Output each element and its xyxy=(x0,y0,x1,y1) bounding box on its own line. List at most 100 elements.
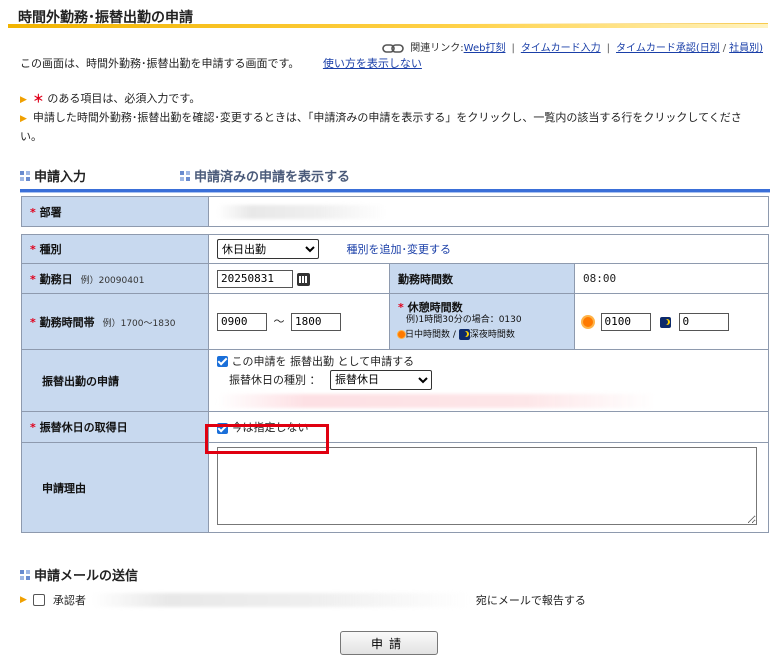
holiday-type-label: 振替休日の種別 ： xyxy=(229,373,321,386)
separator: | xyxy=(606,43,611,54)
description-text: この画面は、時間外勤務･振替出勤を申請する画面です。 xyxy=(20,57,300,70)
section-square-icon xyxy=(20,569,30,580)
work-time-value-cell: ～ xyxy=(208,293,390,350)
substitute-label: 振替出勤の申請 xyxy=(42,374,119,388)
work-hours-label-cell: 勤務時間数 xyxy=(389,263,575,294)
tab-underline xyxy=(20,189,770,193)
approver-label: 承認者 xyxy=(52,594,86,607)
break-label-cell: * 休憩時間数 例)1時間30分の場合：0130 日中時間数 / 深夜時間数 xyxy=(389,293,575,350)
daytime-sun-icon xyxy=(583,317,593,327)
link-timecard-approve-daily[interactable]: タイムカード承認(日別 xyxy=(616,43,720,54)
department-label: 部署 xyxy=(39,205,62,219)
related-links: 関連リンク:Web打刻 | タイムカード入力 | タイムカード承認(日別 / 社員別) xyxy=(382,39,763,54)
tab-input[interactable]: 申請入力 xyxy=(20,166,86,185)
tilde-separator: ～ xyxy=(273,315,285,328)
note-confirm: ▶ 申請した時間外勤務･振替出勤を確認･変更するときは、「申請済みの申請を表示する… xyxy=(20,109,750,146)
substitute-checkbox[interactable] xyxy=(217,356,228,367)
tab-square-icon xyxy=(180,170,190,181)
mail-title: 申請メールの送信 xyxy=(34,569,139,584)
approver-checkbox[interactable] xyxy=(32,594,45,606)
highlight-box xyxy=(205,424,329,454)
required-mark: * xyxy=(398,301,404,314)
day-hours-label: 日中時間数 xyxy=(405,330,451,340)
required-mark: * xyxy=(30,272,36,286)
type-value-cell: 休日出勤 種別を追加･変更する xyxy=(208,234,769,264)
notes: ▶ ＊ のある項目は、必須入力です。 ▶ 申請した時間外勤務･振替出勤を確認･変更す… xyxy=(20,90,750,146)
type-label-cell: * 種別 xyxy=(21,234,209,264)
required-mark: * xyxy=(30,205,36,219)
work-time-label: 勤務時間帯 xyxy=(39,315,95,329)
substitute-value-cell: この申請を 振替出勤 として申請する 振替休日の種別 ： 振替休日 xyxy=(208,349,769,412)
work-time-example: 例）1700～1830 xyxy=(102,318,176,329)
submit-button[interactable]: 申請 xyxy=(340,631,438,655)
note-required-text: のある項目は、必須入力です。 xyxy=(47,92,201,105)
separator: | xyxy=(511,43,515,54)
work-hours-value: 08:00 xyxy=(583,272,617,285)
substitute-redacted xyxy=(217,393,657,408)
calendar-icon[interactable] xyxy=(296,272,310,286)
work-start-input[interactable] xyxy=(217,312,267,331)
work-date-example: 例）20090401 xyxy=(80,275,145,286)
break-day-input[interactable] xyxy=(600,312,651,331)
type-label: 種別 xyxy=(39,243,62,256)
work-date-label: 勤務日 xyxy=(39,272,73,286)
bullet-triangle-icon: ▶ xyxy=(20,95,27,105)
substitute-label-cell: 振替出勤の申請 xyxy=(21,349,209,412)
work-date-value-cell xyxy=(208,263,390,294)
title-bar: 時間外勤務･振替出勤の申請 xyxy=(8,4,768,28)
hide-help-link[interactable]: 使い方を表示しない xyxy=(323,57,422,70)
work-date-input[interactable] xyxy=(217,269,293,288)
mail-section-title: 申請メールの送信 xyxy=(20,565,138,584)
type-add-change-link[interactable]: 種別を追加･変更する xyxy=(347,243,452,256)
break-legend: 日中時間数 / 深夜時間数 xyxy=(398,329,574,342)
required-mark: * xyxy=(30,421,36,434)
substitute-day-label: 振替休日の取得日 xyxy=(39,421,128,434)
legend-separator: / xyxy=(452,330,456,340)
reason-label: 申請理由 xyxy=(42,481,86,495)
note-confirm-text: 申請した時間外勤務･振替出勤を確認･変更するときは、「申請済みの申請を表示する」… xyxy=(20,111,742,143)
application-form: * 種別 休日出勤 種別を追加･変更する * 勤務日例）20090401 勤務時… xyxy=(21,234,769,533)
night-moon-icon xyxy=(458,329,470,340)
department-label-cell: * 部署 xyxy=(21,196,209,227)
required-mark: * xyxy=(30,243,36,256)
page-title: 時間外勤務･振替出勤の申請 xyxy=(18,10,193,26)
type-select[interactable]: 休日出勤 xyxy=(217,239,319,259)
reason-label-cell: 申請理由 xyxy=(21,442,209,533)
reason-textarea[interactable] xyxy=(217,447,757,525)
night-moon-icon xyxy=(660,316,671,328)
tabs: 申請入力 申請済みの申請を表示する xyxy=(20,166,770,186)
night-hours-label: 深夜時間数 xyxy=(469,330,515,340)
tab-submitted[interactable]: 申請済みの申請を表示する xyxy=(180,166,350,185)
link-timecard-input[interactable]: タイムカード入力 xyxy=(521,43,601,54)
department-table: * 部署 xyxy=(21,196,769,227)
approver-redacted xyxy=(91,593,472,607)
break-label: 休憩時間数 xyxy=(407,301,463,314)
note-required: ▶ ＊ のある項目は、必須入力です。 xyxy=(20,90,750,109)
link-timecard-approve-employee[interactable]: 社員別) xyxy=(729,43,763,54)
department-value-redacted xyxy=(217,204,387,219)
break-night-input[interactable] xyxy=(678,312,729,331)
department-value xyxy=(208,196,769,227)
work-hours-label: 勤務時間数 xyxy=(398,272,453,286)
reason-value-cell xyxy=(208,442,769,533)
bullet-triangle-icon: ▶ xyxy=(20,114,27,124)
mail-row: ▶ 承認者 宛にメールで報告する xyxy=(20,592,760,608)
bullet-triangle-icon: ▶ xyxy=(20,595,27,605)
link-web-punch[interactable]: Web打刻 xyxy=(464,43,506,54)
required-mark: ＊ xyxy=(32,92,44,105)
break-example: 例)1時間30分の場合：0130 xyxy=(406,315,522,325)
holiday-type-select[interactable]: 振替休日 xyxy=(330,369,432,390)
substitute-check-label: この申請を 振替出勤 として申請する xyxy=(231,354,415,368)
link-chain-icon xyxy=(382,43,405,53)
work-end-input[interactable] xyxy=(291,312,341,331)
tab-submitted-label: 申請済みの申請を表示する xyxy=(194,170,351,185)
tab-square-icon xyxy=(20,170,30,181)
related-links-label: 関連リンク: xyxy=(410,43,464,54)
separator: / xyxy=(722,43,727,54)
daytime-sun-icon xyxy=(398,331,405,338)
mail-suffix: 宛にメールで報告する xyxy=(475,594,586,607)
substitute-day-label-cell: * 振替休日の取得日 xyxy=(21,411,209,443)
work-date-label-cell: * 勤務日 例）20090401 xyxy=(21,263,209,294)
required-mark: * xyxy=(30,315,36,329)
work-hours-value-cell: 08:00 xyxy=(574,263,769,294)
